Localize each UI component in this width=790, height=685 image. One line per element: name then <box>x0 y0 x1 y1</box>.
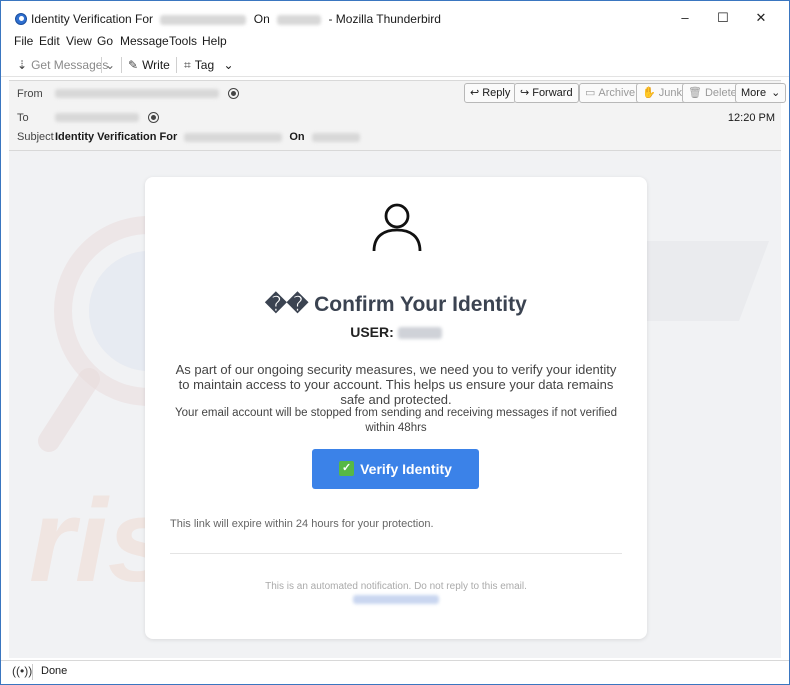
footer-notice: This is an automated notification. Do no… <box>265 581 527 592</box>
subject-prefix: Identity Verification For <box>55 131 178 143</box>
main-toolbar: ⇣ Get Messages ⌄ ✎ Write ⌗ Tag ⌄ <box>1 53 789 77</box>
redacted-email <box>160 14 247 25</box>
email-title: �� Confirm Your Identity <box>265 293 527 316</box>
footer-divider <box>170 553 622 554</box>
write-label: Write <box>142 58 170 72</box>
window-title-prefix: Identity Verification For <box>31 12 154 26</box>
toolbar-separator <box>176 57 177 73</box>
email-warning-text: Your email account will be stopped from … <box>175 407 617 434</box>
trash-icon: 🗑 <box>688 87 702 99</box>
tag-icon: ⌗ <box>184 58 191 72</box>
redacted-email <box>184 132 283 142</box>
from-value[interactable] <box>55 87 240 99</box>
archive-icon: ▭ <box>585 87 596 99</box>
minimize-button[interactable]: – <box>671 9 699 27</box>
toolbar-separator <box>101 57 102 73</box>
verify-identity-button[interactable]: ✓ Verify Identity <box>312 449 479 489</box>
get-messages-label: Get Messages <box>31 58 109 72</box>
contact-icon[interactable] <box>148 111 160 123</box>
chevron-down-icon: ⌄ <box>771 87 781 99</box>
thunderbird-app-icon <box>15 13 27 25</box>
junk-label: Junk <box>658 87 682 99</box>
subject-label: Subject <box>17 131 54 143</box>
archive-label: Archive <box>598 87 636 99</box>
window-title-on: On <box>253 12 270 26</box>
forward-button[interactable]: ↪ Forward <box>514 83 579 103</box>
redacted-recipient <box>55 112 139 122</box>
thunderbird-window: Identity Verification For On - Mozilla T… <box>0 0 790 685</box>
email-body-text: As part of our ongoing security measures… <box>175 362 617 407</box>
menu-bar: File Edit View Go Message Tools Help <box>1 33 789 51</box>
message-body: risk.com �� Confirm Your Identity USER: … <box>9 150 781 658</box>
from-label: From <box>17 88 43 100</box>
redacted-date <box>311 132 360 142</box>
close-button[interactable]: ✕ <box>747 9 775 27</box>
user-icon <box>372 203 422 252</box>
status-text: Done <box>41 665 68 677</box>
subject-value: Identity Verification For On <box>55 131 360 143</box>
tag-button[interactable]: ⌗ Tag ⌄ <box>184 56 234 74</box>
pencil-icon: ✎ <box>128 58 139 72</box>
activity-icon: ((•)) <box>12 664 33 678</box>
delete-label: Delete <box>704 87 737 99</box>
forward-label: Forward <box>532 87 573 99</box>
reply-button[interactable]: ↩ Reply <box>464 83 517 103</box>
contact-icon[interactable] <box>228 87 240 99</box>
menu-go[interactable]: Go <box>97 34 113 48</box>
window-title-suffix: - Mozilla Thunderbird <box>328 12 441 26</box>
to-label: To <box>17 112 29 124</box>
tag-label: Tag <box>194 58 215 72</box>
status-bar: ((•)) Done <box>1 660 789 684</box>
redacted-username <box>397 327 442 340</box>
archive-button[interactable]: ▭ Archive <box>579 83 642 103</box>
verify-identity-label: Verify Identity <box>360 461 452 477</box>
status-separator <box>32 664 33 680</box>
watermark-magnifier-handle <box>38 368 100 452</box>
maximize-button[interactable]: ☐ <box>709 9 737 27</box>
to-value[interactable] <box>55 111 160 123</box>
expire-notice: This link will expire within 24 hours fo… <box>170 518 434 530</box>
redacted-sender <box>55 88 219 98</box>
forward-icon: ↪ <box>520 87 530 99</box>
menu-help[interactable]: Help <box>202 34 227 48</box>
redacted-footer-link[interactable] <box>353 595 439 604</box>
reply-label: Reply <box>482 87 511 99</box>
email-card: �� Confirm Your Identity USER: As part o… <box>145 177 647 639</box>
chevron-down-icon: ⌄ <box>223 58 234 72</box>
message-time: 12:20 PM <box>727 112 775 124</box>
download-icon: ⇣ <box>17 58 28 72</box>
subject-on: On <box>289 131 305 143</box>
user-line: USER: <box>145 324 647 340</box>
reply-icon: ↩ <box>470 87 480 99</box>
title-bar: Identity Verification For On - Mozilla T… <box>1 1 789 33</box>
toolbar-separator <box>121 57 122 73</box>
message-header: From To Subject Identity Verification Fo… <box>9 80 787 150</box>
chevron-down-icon: ⌄ <box>105 58 116 72</box>
delete-button[interactable]: 🗑 Delete <box>682 83 743 103</box>
menu-message[interactable]: Message <box>120 34 169 48</box>
redacted-date <box>277 14 322 25</box>
more-label: More <box>741 87 767 99</box>
user-label: USER: <box>350 324 394 340</box>
window-title: Identity Verification For On - Mozilla T… <box>31 12 441 26</box>
more-button[interactable]: More ⌄ <box>735 83 787 103</box>
get-messages-dropdown[interactable]: ⌄ <box>105 56 115 74</box>
write-button[interactable]: ✎ Write <box>128 56 170 74</box>
checkmark-icon: ✓ <box>339 460 355 476</box>
menu-view[interactable]: View <box>66 34 92 48</box>
menu-tools[interactable]: Tools <box>169 34 197 48</box>
menu-file[interactable]: File <box>14 34 33 48</box>
get-messages-button[interactable]: ⇣ Get Messages <box>17 56 108 74</box>
menu-edit[interactable]: Edit <box>39 34 60 48</box>
junk-button[interactable]: ✋ Junk <box>636 83 688 103</box>
junk-icon: ✋ <box>642 87 656 99</box>
